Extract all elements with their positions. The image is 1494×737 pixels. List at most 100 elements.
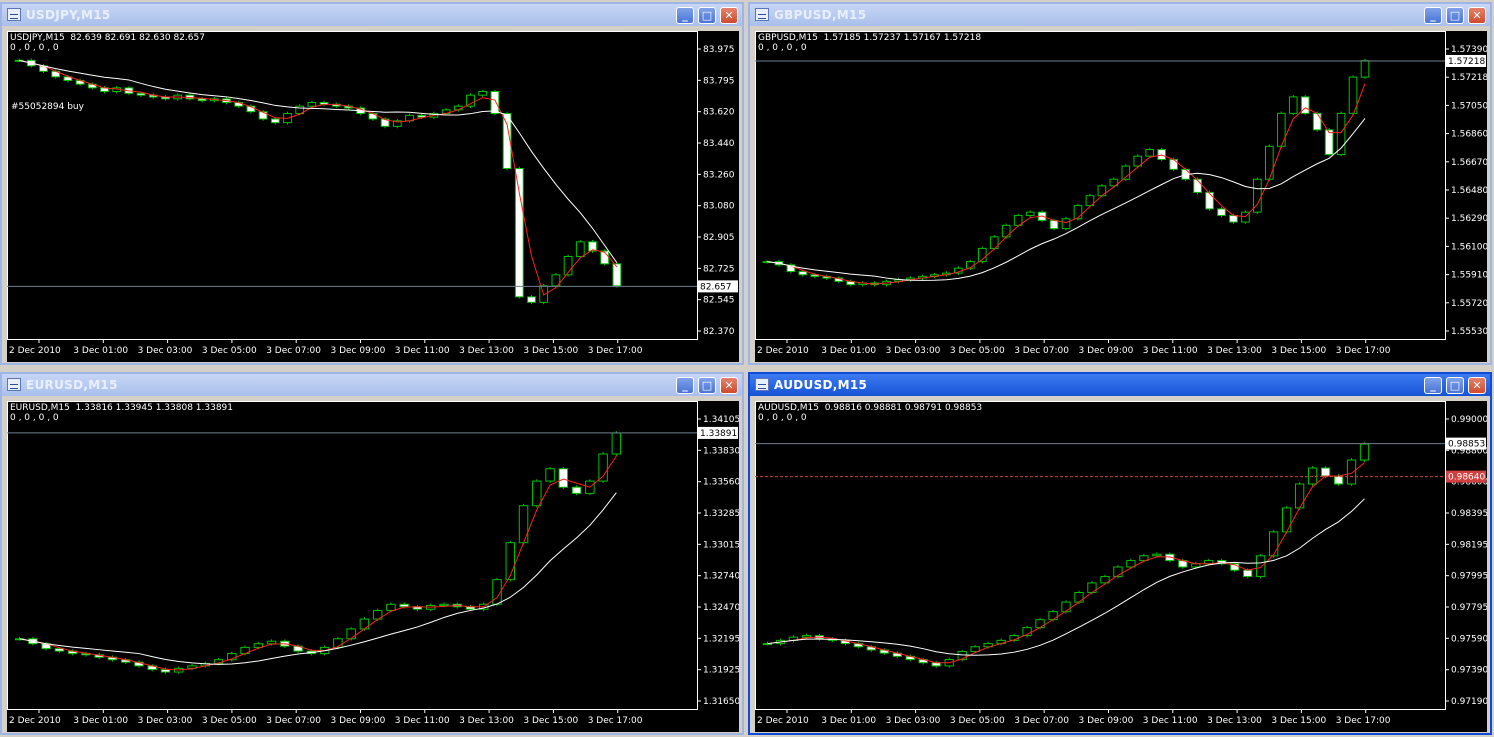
y-tick-label: 1.55720	[1451, 299, 1487, 309]
price-chart[interactable]: 1.57390 1.57218 1.57050 1.56860 1.56670 1.564…	[755, 31, 1487, 362]
x-tick-label: 3 Dec 01:00	[73, 346, 128, 356]
close-button[interactable]: ✕	[1468, 377, 1486, 394]
y-tick-label: 1.33830	[703, 446, 739, 456]
minimize-button[interactable]: _	[1424, 377, 1442, 394]
chart-canvas: 1.34105 1.33830 1.33560 1.33285 1.33015 1.327…	[7, 401, 739, 726]
x-tick-label: 2 Dec 2010	[9, 346, 61, 356]
candle-body	[1193, 178, 1202, 193]
y-tick-label: 1.34105	[703, 415, 739, 425]
y-tick-label: 1.56480	[1451, 186, 1487, 196]
candle-body	[1073, 205, 1083, 220]
x-tick-label: 3 Dec 03:00	[886, 346, 941, 356]
x-tick-label: 3 Dec 15:00	[1271, 716, 1326, 726]
candle-body	[527, 296, 536, 303]
y-tick-label: 1.56670	[1451, 158, 1487, 168]
close-button[interactable]: ✕	[720, 7, 738, 24]
candle-body	[307, 102, 317, 107]
y-tick-label: 1.57050	[1451, 101, 1487, 111]
symbol-quote: GBPUSD,M15 1.57185 1.57237 1.57167 1.572…	[758, 33, 982, 43]
indicator-values: 0 , 0 , 0 , 0	[758, 43, 807, 53]
candle-body	[532, 480, 542, 507]
candle-body	[1294, 483, 1305, 509]
title-bar[interactable]: GBPUSD,M15 _ □ ✕	[750, 4, 1490, 26]
candle-body	[518, 505, 529, 544]
minimize-button[interactable]: _	[676, 377, 694, 394]
window-title: EURUSD,M15	[26, 378, 118, 392]
y-tick-label: 83.975	[703, 45, 735, 55]
x-tick-label: 2 Dec 2010	[757, 716, 809, 726]
chart-canvas: 1.57390 1.57218 1.57050 1.56860 1.56670 1.564…	[755, 31, 1487, 356]
price-chart[interactable]: 0.99000 0.98800 0.98600 0.98395 0.98195 0.979…	[755, 401, 1487, 732]
candle-body	[514, 168, 524, 298]
x-tick-label: 3 Dec 11:00	[395, 346, 450, 356]
candle-body	[1001, 224, 1011, 238]
y-tick-label: 1.32740	[703, 572, 739, 582]
candle-body	[386, 603, 396, 611]
x-tick-label: 3 Dec 11:00	[1143, 346, 1198, 356]
candle-body	[359, 618, 370, 630]
slow-ma-line	[767, 498, 1365, 656]
fast-ma-line	[19, 455, 617, 671]
candle-body	[1320, 467, 1331, 477]
x-tick-label: 3 Dec 07:00	[1014, 346, 1069, 356]
price-chart[interactable]: 1.34105 1.33830 1.33560 1.33285 1.33015 1.327…	[7, 401, 739, 732]
maximize-button[interactable]: □	[1446, 7, 1464, 24]
x-tick-label: 3 Dec 01:00	[821, 346, 876, 356]
maximize-button[interactable]: □	[698, 377, 716, 394]
minimize-button[interactable]: _	[1424, 7, 1442, 24]
price-chart[interactable]: 83.975 83.795 83.620 83.440 83.260 83.080 82.9…	[7, 31, 739, 362]
candle-body	[1243, 569, 1253, 578]
chart-window-eurusd[interactable]: EURUSD,M15 _ □ ✕ 1.34105 1.33830 1.33560 1.…	[0, 372, 744, 735]
y-tick-label: 1.31925	[703, 666, 739, 676]
symbol-quote: AUDUSD,M15 0.98816 0.98881 0.98791 0.988…	[758, 403, 983, 413]
close-button[interactable]: ✕	[1468, 7, 1486, 24]
candle-body	[575, 241, 585, 257]
chart-canvas: 0.990000.988000.986000.983950.981950.979…	[755, 401, 1487, 726]
indicator-values: 0 , 0 , 0 , 0	[10, 43, 59, 53]
candle-body	[1256, 555, 1266, 578]
x-tick-label: 3 Dec 09:00	[331, 716, 386, 726]
candle-body	[1281, 507, 1292, 533]
maximize-button[interactable]: □	[698, 7, 716, 24]
candle-body	[611, 432, 622, 455]
window-title: USDJPY,M15	[26, 8, 111, 22]
x-tick-label: 2 Dec 2010	[757, 346, 809, 356]
minimize-button[interactable]: _	[676, 7, 694, 24]
candle-body	[1333, 475, 1344, 485]
x-tick-label: 3 Dec 05:00	[950, 716, 1005, 726]
x-tick-label: 3 Dec 05:00	[202, 716, 257, 726]
chart-window-audusd[interactable]: AUDUSD,M15 _ □ ✕ 0.99000 0.98800 0.98600 0.…	[748, 372, 1492, 735]
close-button[interactable]: ✕	[720, 377, 738, 394]
candle-body	[1312, 112, 1322, 131]
x-tick-label: 3 Dec 17:00	[1336, 346, 1391, 356]
y-tick-label: 83.080	[703, 202, 735, 212]
x-tick-label: 3 Dec 17:00	[1336, 716, 1391, 726]
fast-ma-line	[18, 59, 618, 296]
y-tick-label: 0.97190	[1451, 697, 1487, 707]
chart-window-usdjpy[interactable]: USDJPY,M15 _ □ ✕ 83.975 83.795 83.620 83.44…	[0, 2, 744, 365]
x-tick-label: 3 Dec 13:00	[1207, 716, 1262, 726]
title-bar[interactable]: AUDUSD,M15 _ □ ✕	[750, 374, 1490, 396]
title-bar[interactable]: EURUSD,M15 _ □ ✕	[2, 374, 742, 396]
chart-window-gbpusd[interactable]: GBPUSD,M15 _ □ ✕ 1.57390 1.57218 1.57050 1.…	[748, 2, 1492, 365]
window-title: AUDUSD,M15	[774, 378, 868, 392]
x-tick-label: 3 Dec 05:00	[950, 346, 1005, 356]
y-tick-label: 0.97995	[1451, 572, 1487, 582]
maximize-button[interactable]: □	[1446, 377, 1464, 394]
candle-body	[801, 635, 812, 638]
window-title: GBPUSD,M15	[774, 8, 867, 22]
y-tick-label: 1.55910	[1451, 271, 1487, 281]
candle-body	[1074, 592, 1084, 603]
x-tick-label: 3 Dec 09:00	[331, 346, 386, 356]
x-tick-label: 3 Dec 13:00	[459, 346, 514, 356]
x-tick-label: 3 Dec 15:00	[1271, 346, 1326, 356]
y-tick-label: 1.31650	[703, 697, 739, 707]
x-tick-label: 3 Dec 09:00	[1079, 716, 1134, 726]
x-tick-label: 3 Dec 05:00	[202, 346, 257, 356]
candle-body	[439, 603, 449, 607]
y-tick-label: 1.56290	[1451, 214, 1487, 224]
indicator-values: 0 , 0 , 0 , 0	[758, 413, 807, 423]
title-bar[interactable]: USDJPY,M15 _ □ ✕	[2, 4, 742, 26]
candle-body	[571, 486, 582, 494]
y-tick-label: 1.33560	[703, 478, 739, 488]
